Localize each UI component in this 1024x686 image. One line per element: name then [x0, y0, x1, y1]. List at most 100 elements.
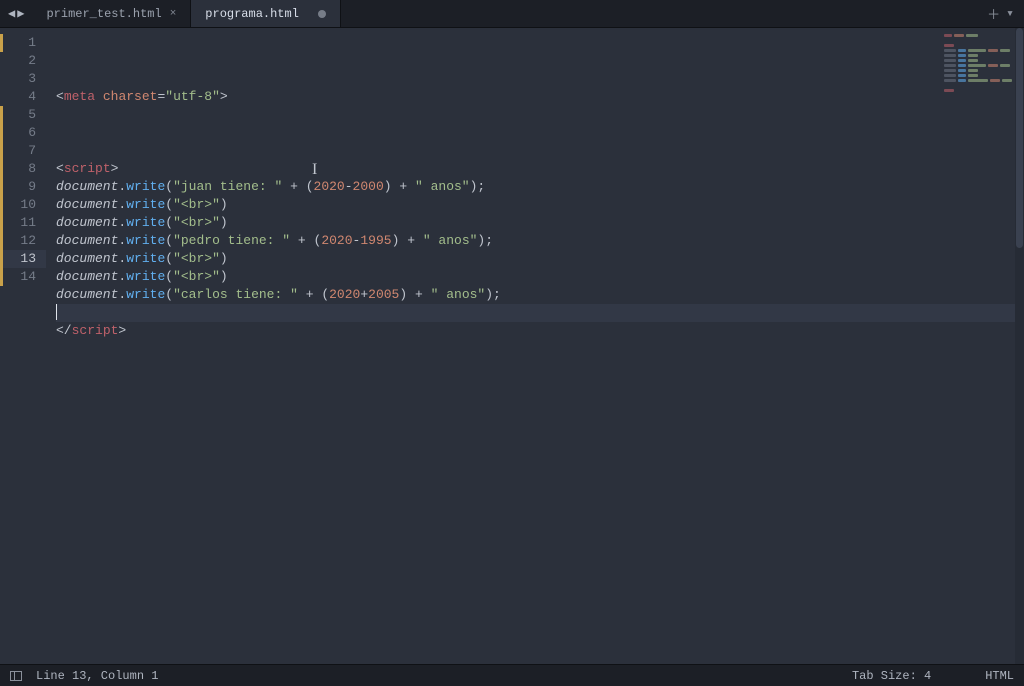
token-p: </ [56, 323, 72, 338]
token-op: + [407, 233, 415, 248]
tab-dropdown-icon[interactable]: ▾ [1006, 6, 1014, 21]
line-number[interactable]: 1 [0, 34, 46, 52]
tab-primer-test[interactable]: primer_test.html × [32, 0, 191, 27]
token-st: "pedro tiene: " [173, 233, 290, 248]
token-op: - [345, 179, 353, 194]
token-obj: document [56, 233, 118, 248]
token-p: ) [220, 197, 228, 212]
code-line[interactable]: <meta charset="utf-8"> [56, 88, 1024, 106]
token-p: ); [470, 179, 486, 194]
token-at: 2020 [329, 287, 360, 302]
code-line[interactable]: <script> [56, 160, 1024, 178]
token-obj: document [56, 179, 118, 194]
tab-label: primer_test.html [46, 7, 161, 21]
line-number[interactable]: 4 [0, 88, 46, 106]
sidebar-toggle-icon[interactable] [10, 671, 22, 681]
line-number[interactable]: 5 [0, 106, 46, 124]
token-op: + [415, 287, 423, 302]
token-fn: write [126, 215, 165, 230]
token-p: ( [314, 287, 330, 302]
token-obj: document [56, 269, 118, 284]
token-at: 1995 [360, 233, 391, 248]
scrollbar-thumb[interactable] [1016, 28, 1023, 248]
code-line[interactable]: document.write("<br>") [56, 196, 1024, 214]
line-number-gutter[interactable]: 1234567891011121314 [0, 28, 46, 664]
status-cursor-position[interactable]: Line 13, Column 1 [36, 669, 158, 683]
code-line[interactable] [56, 304, 1024, 322]
tabbar-spacer [341, 0, 977, 27]
token-p: > [118, 323, 126, 338]
nav-back-icon[interactable]: ◀ [8, 6, 15, 21]
status-bar: Line 13, Column 1 Tab Size: 4 HTML [0, 664, 1024, 686]
token-kw: meta [64, 89, 95, 104]
code-line[interactable]: document.write("<br>") [56, 214, 1024, 232]
code-line[interactable]: document.write("<br>") [56, 250, 1024, 268]
tab-history-nav: ◀ ▶ [0, 0, 32, 27]
token-p [290, 233, 298, 248]
token-st: "juan tiene: " [173, 179, 282, 194]
line-number[interactable]: 7 [0, 142, 46, 160]
line-number[interactable]: 8 [0, 160, 46, 178]
token-p: ) [392, 233, 408, 248]
new-tab-icon[interactable]: ＋ [987, 4, 1000, 23]
token-p: ); [485, 287, 501, 302]
tab-label: programa.html [205, 7, 299, 21]
token-at: 2020 [314, 179, 345, 194]
token-p: ( [165, 287, 173, 302]
token-op: + [290, 179, 298, 194]
status-syntax[interactable]: HTML [985, 669, 1014, 683]
vertical-scrollbar[interactable] [1015, 28, 1024, 664]
token-p: ) [399, 287, 415, 302]
status-tab-size[interactable]: Tab Size: 4 [852, 669, 931, 683]
token-p [95, 89, 103, 104]
code-line[interactable]: document.write("pedro tiene: " + (2020-1… [56, 232, 1024, 250]
code-line[interactable]: </script> [56, 322, 1024, 340]
token-fn: write [126, 197, 165, 212]
line-number[interactable]: 6 [0, 124, 46, 142]
line-number[interactable]: 12 [0, 232, 46, 250]
tab-bar: ◀ ▶ primer_test.html × programa.html ＋ ▾ [0, 0, 1024, 28]
token-st: "<br>" [173, 269, 220, 284]
token-kw: script [72, 323, 119, 338]
code-line[interactable]: document.write("<br>") [56, 268, 1024, 286]
token-at: charset [103, 89, 158, 104]
line-number[interactable]: 9 [0, 178, 46, 196]
line-number[interactable]: 11 [0, 214, 46, 232]
code-line[interactable]: document.write("carlos tiene: " + (2020+… [56, 286, 1024, 304]
token-p: ) [220, 251, 228, 266]
code-line[interactable] [56, 124, 1024, 142]
caret-icon [56, 304, 57, 320]
editor-window: ◀ ▶ primer_test.html × programa.html ＋ ▾… [0, 0, 1024, 686]
token-p [423, 287, 431, 302]
token-p [415, 233, 423, 248]
tab-programa[interactable]: programa.html [191, 0, 341, 27]
nav-forward-icon[interactable]: ▶ [17, 6, 24, 21]
token-st: "utf-8" [165, 89, 220, 104]
line-number[interactable]: 3 [0, 70, 46, 88]
line-number[interactable]: 14 [0, 268, 46, 286]
line-number[interactable]: 10 [0, 196, 46, 214]
code-line[interactable]: document.write("juan tiene: " + (2020-20… [56, 178, 1024, 196]
token-p [282, 179, 290, 194]
token-p: ( [165, 233, 173, 248]
token-obj: document [56, 197, 118, 212]
token-p: ( [165, 215, 173, 230]
code-line[interactable] [56, 142, 1024, 160]
code-area[interactable]: <meta charset="utf-8"> <script> document.w… [46, 28, 1024, 664]
line-number[interactable]: 2 [0, 52, 46, 70]
token-fn: write [126, 269, 165, 284]
token-obj: document [56, 287, 118, 302]
token-st: "<br>" [173, 251, 220, 266]
token-p: ( [165, 251, 173, 266]
code-line[interactable] [56, 106, 1024, 124]
token-obj: document [56, 251, 118, 266]
token-p: ( [298, 179, 314, 194]
line-number[interactable]: 13 [0, 250, 46, 268]
text-cursor-icon: I [312, 161, 317, 179]
token-op: + [298, 233, 306, 248]
token-fn: write [126, 287, 165, 302]
close-icon[interactable]: × [170, 8, 177, 20]
token-p [407, 179, 415, 194]
token-at: 2005 [368, 287, 399, 302]
token-p: > [111, 161, 119, 176]
